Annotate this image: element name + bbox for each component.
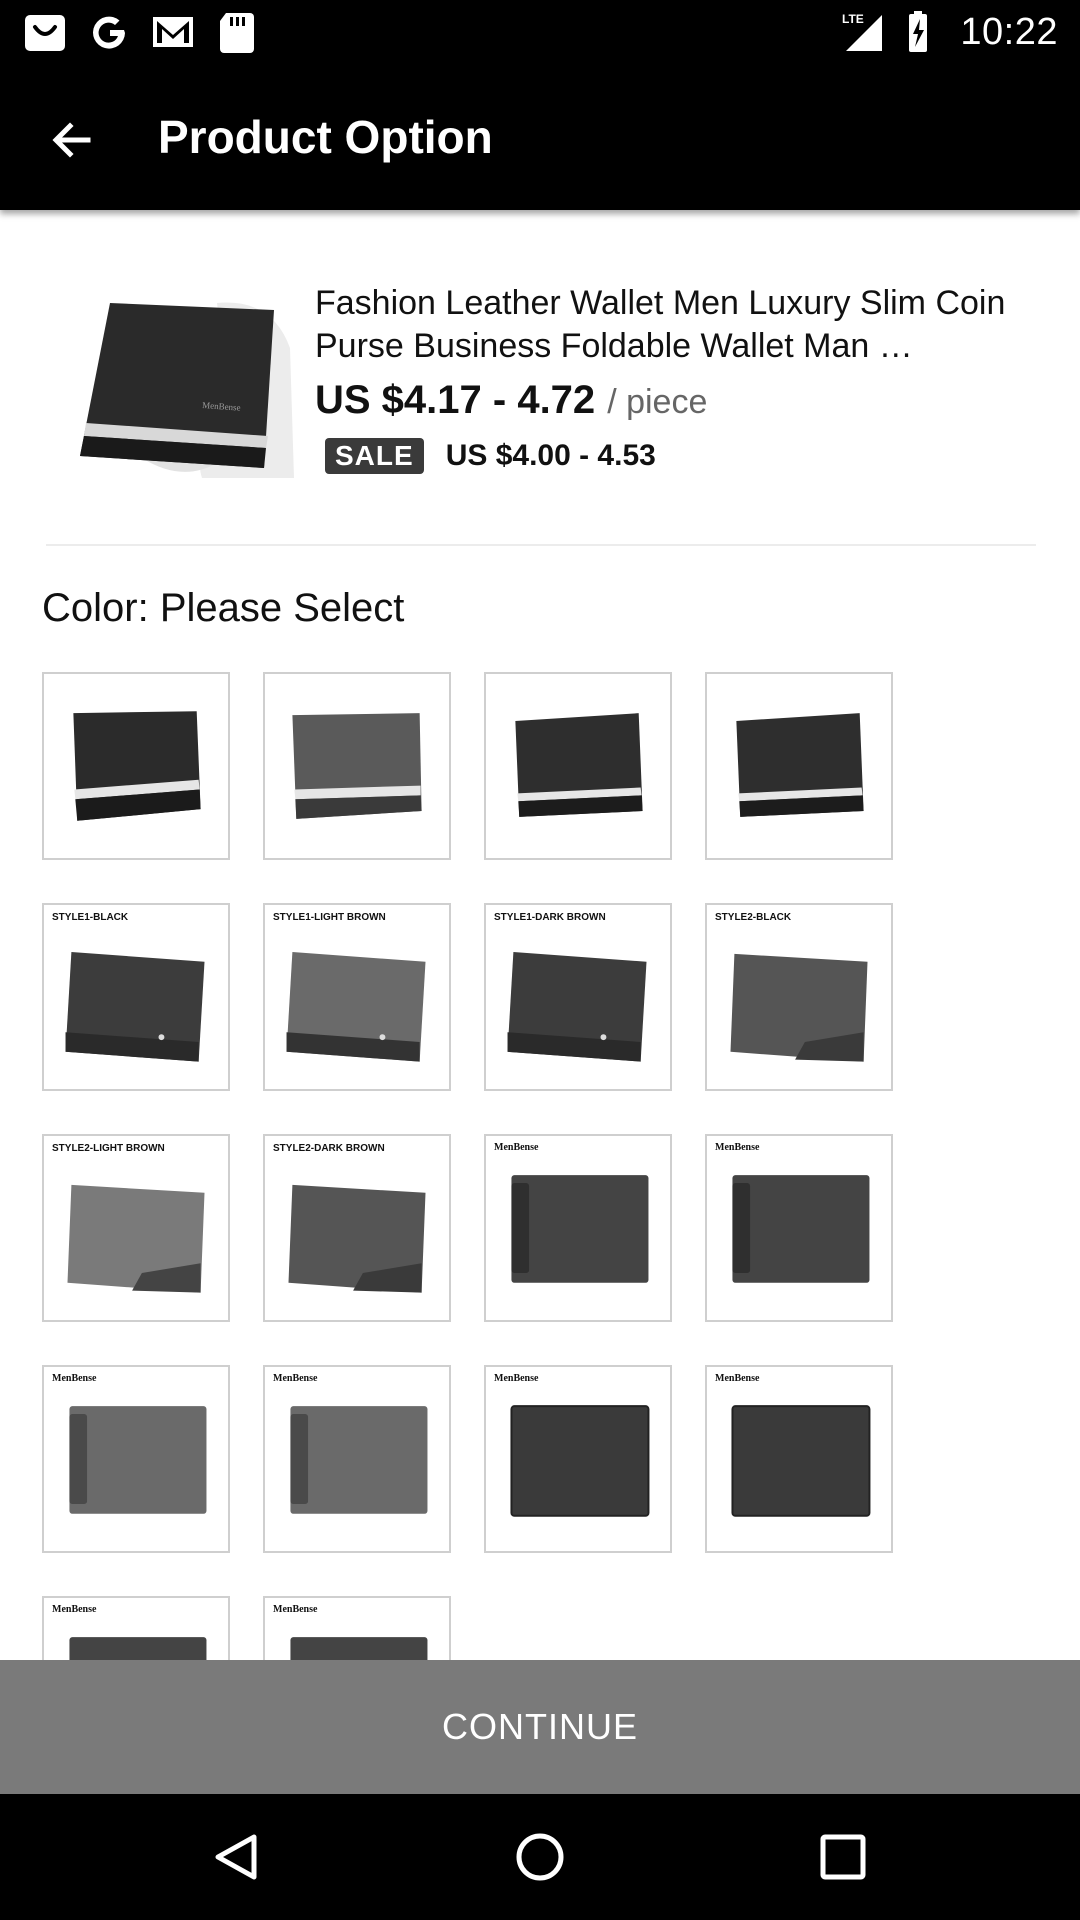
color-swatch-grid: STYLE1-BLACK STYLE1-LIGHT BROWN STYLE1-DAR… — [42, 672, 1042, 1660]
color-option-image — [292, 713, 422, 819]
arrow-back-icon — [52, 122, 91, 158]
status-time: 10:22 — [960, 10, 1058, 53]
product-thumbnail: MenBense — [42, 288, 294, 478]
nav-back-icon — [215, 1834, 257, 1880]
nav-recents-button[interactable] — [803, 1822, 883, 1892]
color-option-image — [69, 1406, 207, 1514]
color-option-5[interactable]: STYLE1-BLACK — [42, 903, 230, 1091]
app-bar: Product Option — [0, 64, 1080, 210]
color-option-9[interactable]: STYLE2-LIGHT BROWN — [42, 1134, 230, 1322]
status-system-icons: LTE 10:22 — [840, 8, 1058, 56]
color-option-image — [511, 1175, 649, 1283]
color-option-image — [731, 1405, 871, 1517]
color-option-7[interactable]: STYLE1-DARK BROWN — [484, 903, 672, 1091]
color-option-brand: MenBense — [494, 1142, 539, 1153]
color-option-image — [73, 711, 201, 821]
sale-badge: SALE — [325, 438, 424, 474]
nav-home-icon — [516, 1833, 564, 1881]
color-option-image — [290, 1406, 428, 1514]
price-row: US $4.17 - 4.72 / piece — [315, 378, 707, 423]
color-option-image — [288, 1184, 426, 1293]
status-bar: LTE 10:22 — [0, 0, 1080, 64]
color-option-brand: MenBense — [715, 1373, 760, 1384]
google-icon — [93, 16, 125, 49]
price: US $4.17 - 4.72 — [315, 378, 596, 422]
color-option-1[interactable] — [42, 672, 230, 860]
color-option-2[interactable] — [263, 672, 451, 860]
color-option-caption: STYLE1-LIGHT BROWN — [273, 912, 386, 923]
network-type: LTE — [842, 12, 864, 26]
color-option-10[interactable]: STYLE2-DARK BROWN — [263, 1134, 451, 1322]
product-summary: MenBense Fashion Leather Wallet Men Luxu… — [0, 210, 1080, 546]
color-option-image — [736, 713, 864, 817]
color-option-brand: MenBense — [273, 1373, 318, 1384]
battery-charging-icon — [909, 11, 928, 52]
color-option-4[interactable] — [705, 672, 893, 860]
continue-label: CONTINUE — [442, 1706, 638, 1747]
divider — [46, 544, 1036, 546]
color-option-brand: MenBense — [494, 1373, 539, 1384]
color-option-caption: STYLE2-DARK BROWN — [273, 1143, 385, 1154]
color-option-3[interactable] — [484, 672, 672, 860]
color-option-14[interactable]: MenBense — [263, 1365, 451, 1553]
product-title: Fashion Leather Wallet Men Luxury Slim C… — [315, 284, 1006, 365]
color-option-caption: STYLE1-BLACK — [52, 912, 129, 923]
page-title: Product Option — [158, 111, 493, 163]
color-option-brand: MenBense — [52, 1604, 97, 1615]
price-unit: / piece — [607, 383, 708, 421]
color-option-8[interactable]: STYLE2-BLACK — [705, 903, 893, 1091]
color-option-12[interactable]: MenBense — [705, 1134, 893, 1322]
navigation-bar — [0, 1794, 1080, 1920]
color-option-17[interactable]: MenBense — [42, 1596, 230, 1660]
color-option-18[interactable]: MenBense — [263, 1596, 451, 1660]
color-option-caption: STYLE2-BLACK — [715, 912, 792, 923]
gmail-icon — [153, 17, 193, 47]
signal-icon: LTE — [842, 12, 883, 51]
shopping-bag-icon — [25, 15, 65, 51]
color-option-image — [286, 951, 426, 1062]
color-option-brand: MenBense — [52, 1373, 97, 1384]
color-option-brand: MenBense — [273, 1604, 318, 1615]
color-option-13[interactable]: MenBense — [42, 1365, 230, 1553]
color-option-image — [65, 951, 205, 1062]
status-notification-icons — [22, 8, 260, 56]
color-option-11[interactable]: MenBense — [484, 1134, 672, 1322]
color-option-image — [732, 1175, 870, 1283]
color-label: Color: Please Select — [42, 586, 405, 630]
color-option-6[interactable]: STYLE1-LIGHT BROWN — [263, 903, 451, 1091]
color-option-brand: MenBense — [715, 1142, 760, 1153]
back-button[interactable] — [36, 104, 108, 176]
continue-button[interactable]: CONTINUE — [0, 1660, 1080, 1794]
color-option-image — [510, 1405, 650, 1517]
color-option-caption: STYLE2-LIGHT BROWN — [52, 1143, 165, 1154]
nav-back-button[interactable] — [196, 1822, 276, 1892]
color-option-16[interactable]: MenBense — [705, 1365, 893, 1553]
sale-price: US $4.00 - 4.53 — [445, 439, 656, 472]
nav-home-button[interactable] — [500, 1822, 580, 1892]
color-option-image — [67, 1184, 205, 1293]
sale-row: SALE US $4.00 - 4.53 — [325, 438, 656, 474]
color-option-image — [515, 713, 643, 817]
color-option-image — [507, 951, 647, 1062]
sd-card-icon — [220, 13, 254, 53]
nav-recents-icon — [820, 1834, 866, 1880]
color-option-image — [730, 953, 868, 1062]
color-option-15[interactable]: MenBense — [484, 1365, 672, 1553]
color-option-caption: STYLE1-DARK BROWN — [494, 912, 606, 923]
